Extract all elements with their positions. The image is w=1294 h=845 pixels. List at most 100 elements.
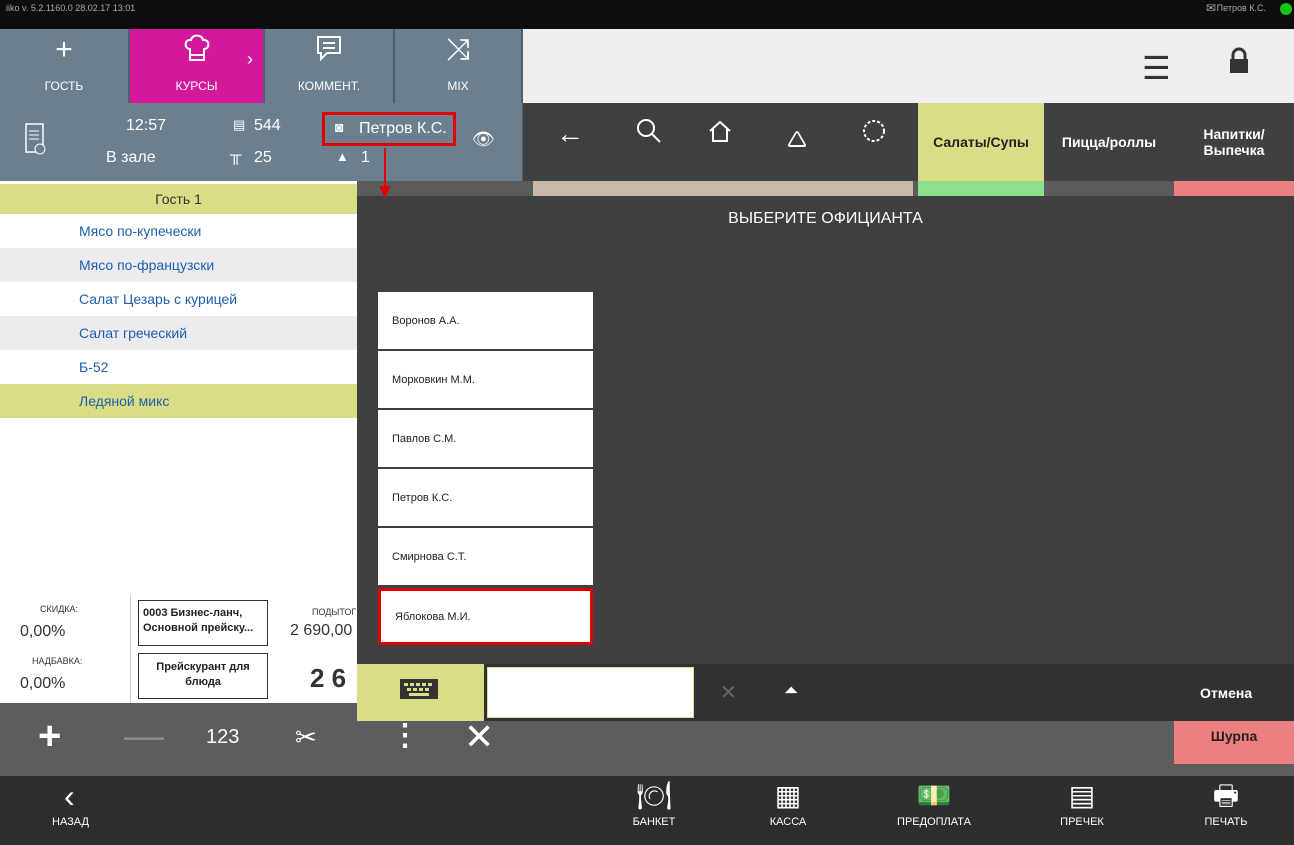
- order-location: В зале: [106, 149, 156, 166]
- product-tile: [918, 181, 1044, 196]
- waiter-option[interactable]: Петров К.С.: [378, 469, 593, 526]
- clear-icon[interactable]: ✕: [720, 680, 737, 705]
- status-indicator: [1280, 3, 1292, 15]
- courses-label: КУРСЫ: [175, 79, 218, 93]
- cashier-button[interactable]: ▦ КАССА: [738, 776, 838, 845]
- precheck-label: ПРЕЧЕК: [1060, 816, 1104, 828]
- pricelist-button[interactable]: 0003 Бизнес-ланч, Основной прейску...: [138, 600, 268, 646]
- order-item[interactable]: Салат Цезарь с курицей: [0, 282, 357, 316]
- annotation-arrow: [379, 148, 391, 198]
- split-icon[interactable]: ✂: [295, 722, 317, 753]
- mix-button[interactable]: ⤨ MIX: [395, 29, 523, 103]
- keyboard-button[interactable]: [357, 664, 484, 721]
- product-image: [533, 181, 913, 196]
- minus-icon[interactable]: —: [124, 714, 164, 759]
- back-label: НАЗАД: [52, 816, 89, 828]
- order-time: 12:57: [126, 117, 167, 134]
- waiter-option-highlighted[interactable]: Яблокова М.И.: [378, 588, 593, 645]
- waiter-selector[interactable]: ◙ Петров К.С.: [322, 112, 456, 146]
- waiter-option[interactable]: Воронов А.А.: [378, 292, 593, 349]
- order-info-panel: 12:57 В зале ▤ 544 ╥ 25 ◙ Петров К.С. ▲ …: [0, 103, 522, 181]
- back-arrow-icon[interactable]: ←: [556, 118, 584, 150]
- order-item[interactable]: Б-52: [0, 350, 357, 384]
- calculator-icon: ▦: [774, 780, 802, 811]
- guests-count: 1: [361, 149, 370, 166]
- chef-hat-icon: [130, 33, 263, 71]
- search-input[interactable]: [487, 667, 694, 718]
- comment-button[interactable]: КОММЕНТ.: [265, 29, 395, 103]
- discount-label: СКИДКА:: [40, 604, 79, 614]
- chevron-right-icon: ›: [247, 49, 253, 69]
- comment-icon: [265, 33, 393, 71]
- pricelist-dish-button[interactable]: Прейскурант для блюда: [138, 653, 268, 699]
- mail-icon[interactable]: ✉: [1206, 1, 1216, 15]
- printer-icon: 🖶: [1212, 780, 1240, 811]
- order-number: 544: [254, 117, 281, 134]
- waiter-option[interactable]: Смирнова С.Т.: [378, 528, 593, 585]
- subtotal-label: ПОДЫТОГ: [312, 607, 357, 617]
- cashier-label: КАССА: [769, 816, 807, 828]
- product-tile: [1174, 181, 1294, 196]
- chevron-left-icon: ‹: [64, 778, 75, 814]
- prepay-button[interactable]: 💵 ПРЕДОПЛАТА: [874, 776, 994, 845]
- totals-panel: СКИДКА: 0,00% НАДБАВКА: 0,00% 0003 Бизне…: [0, 595, 357, 703]
- order-item[interactable]: Салат греческий: [0, 316, 357, 350]
- markup-value: 0,00%: [20, 675, 66, 692]
- courses-button[interactable]: КУРСЫ ›: [130, 29, 265, 103]
- mix-label: MIX: [447, 79, 469, 93]
- guest-label: ГОСТЬ: [44, 79, 84, 93]
- banquet-button[interactable]: 🍽 БАНКЕТ: [604, 776, 704, 845]
- waiter-name: Петров К.С.: [359, 120, 447, 137]
- search-icon[interactable]: [636, 118, 662, 151]
- waiter-option[interactable]: Павлов С.М.: [378, 410, 593, 467]
- quantity-button[interactable]: 123: [206, 726, 239, 749]
- shuffle-icon: ⤨: [446, 33, 470, 66]
- markup-label: НАДБАВКА:: [32, 656, 83, 666]
- top-bar-right: ☰: [523, 29, 1294, 103]
- waiter-icon: ◙: [335, 119, 344, 135]
- table-number: 25: [254, 149, 272, 166]
- precheck-button[interactable]: ▤ ПРЕЧЕК: [1032, 776, 1132, 845]
- total-value: 2 6: [310, 663, 347, 693]
- lock-icon[interactable]: [1229, 47, 1249, 80]
- category-drinks[interactable]: Напитки/ Выпечка: [1174, 103, 1294, 181]
- money-icon: 💵: [916, 780, 952, 811]
- order-item-selected[interactable]: Ледяной микс: [0, 384, 357, 418]
- back-button[interactable]: ‹ НАЗАД: [20, 776, 120, 845]
- cancel-button[interactable]: Отмена: [1200, 685, 1252, 701]
- guest-button[interactable]: + ГОСТЬ: [0, 29, 130, 103]
- category-pizza[interactable]: Пицца/роллы: [1044, 103, 1174, 181]
- more-icon[interactable]: ⋮: [390, 718, 420, 753]
- plus-icon[interactable]: +: [38, 714, 61, 759]
- system-bar: iiko v. 5.2.1160.0 28.02.17 13:01 ✉ Петр…: [0, 0, 1294, 29]
- guest-row[interactable]: Гость 1: [0, 184, 357, 214]
- banquet-label: БАНКЕТ: [632, 816, 676, 828]
- dialog-title: ВЫБЕРИТЕ ОФИЦИАНТА: [728, 210, 923, 227]
- print-button[interactable]: 🖶 ПЕЧАТЬ: [1176, 776, 1276, 845]
- keyboard-icon: [399, 678, 439, 705]
- order-item[interactable]: Мясо по-купечески: [0, 214, 357, 248]
- current-user: Петров К.С.: [1216, 3, 1266, 13]
- print-label: ПЕЧАТЬ: [1204, 816, 1248, 828]
- prepay-label: ПРЕДОПЛАТА: [897, 816, 971, 828]
- discount-value: 0,00%: [20, 623, 66, 640]
- receipt-icon: ▤: [1068, 780, 1096, 811]
- category-salads[interactable]: Салаты/Супы: [918, 103, 1044, 181]
- table-icon: ╥: [230, 147, 242, 164]
- banquet-icon: 🍽: [636, 780, 672, 811]
- version-text: iiko v. 5.2.1160.0 28.02.17 13:01: [6, 3, 136, 13]
- comment-label: КОММЕНТ.: [297, 79, 361, 93]
- home-icon[interactable]: [708, 118, 732, 150]
- guests-icon: ▲: [336, 149, 349, 164]
- menu-icon[interactable]: ☰: [1142, 49, 1171, 87]
- eye-icon[interactable]: 👁: [472, 129, 495, 150]
- order-item[interactable]: Мясо по-французски: [0, 248, 357, 282]
- kitchen-icon[interactable]: 🛆: [787, 125, 807, 159]
- order-number-icon: ▤: [233, 117, 246, 132]
- double-chevron-up-icon[interactable]: ⏶: [784, 680, 798, 701]
- circle-icon[interactable]: [862, 118, 886, 150]
- subtotal-value: 2 690,00: [290, 622, 353, 639]
- delete-icon[interactable]: ✕: [464, 716, 494, 758]
- receipt-icon: [25, 123, 47, 162]
- waiter-option[interactable]: Морковкин М.М.: [378, 351, 593, 408]
